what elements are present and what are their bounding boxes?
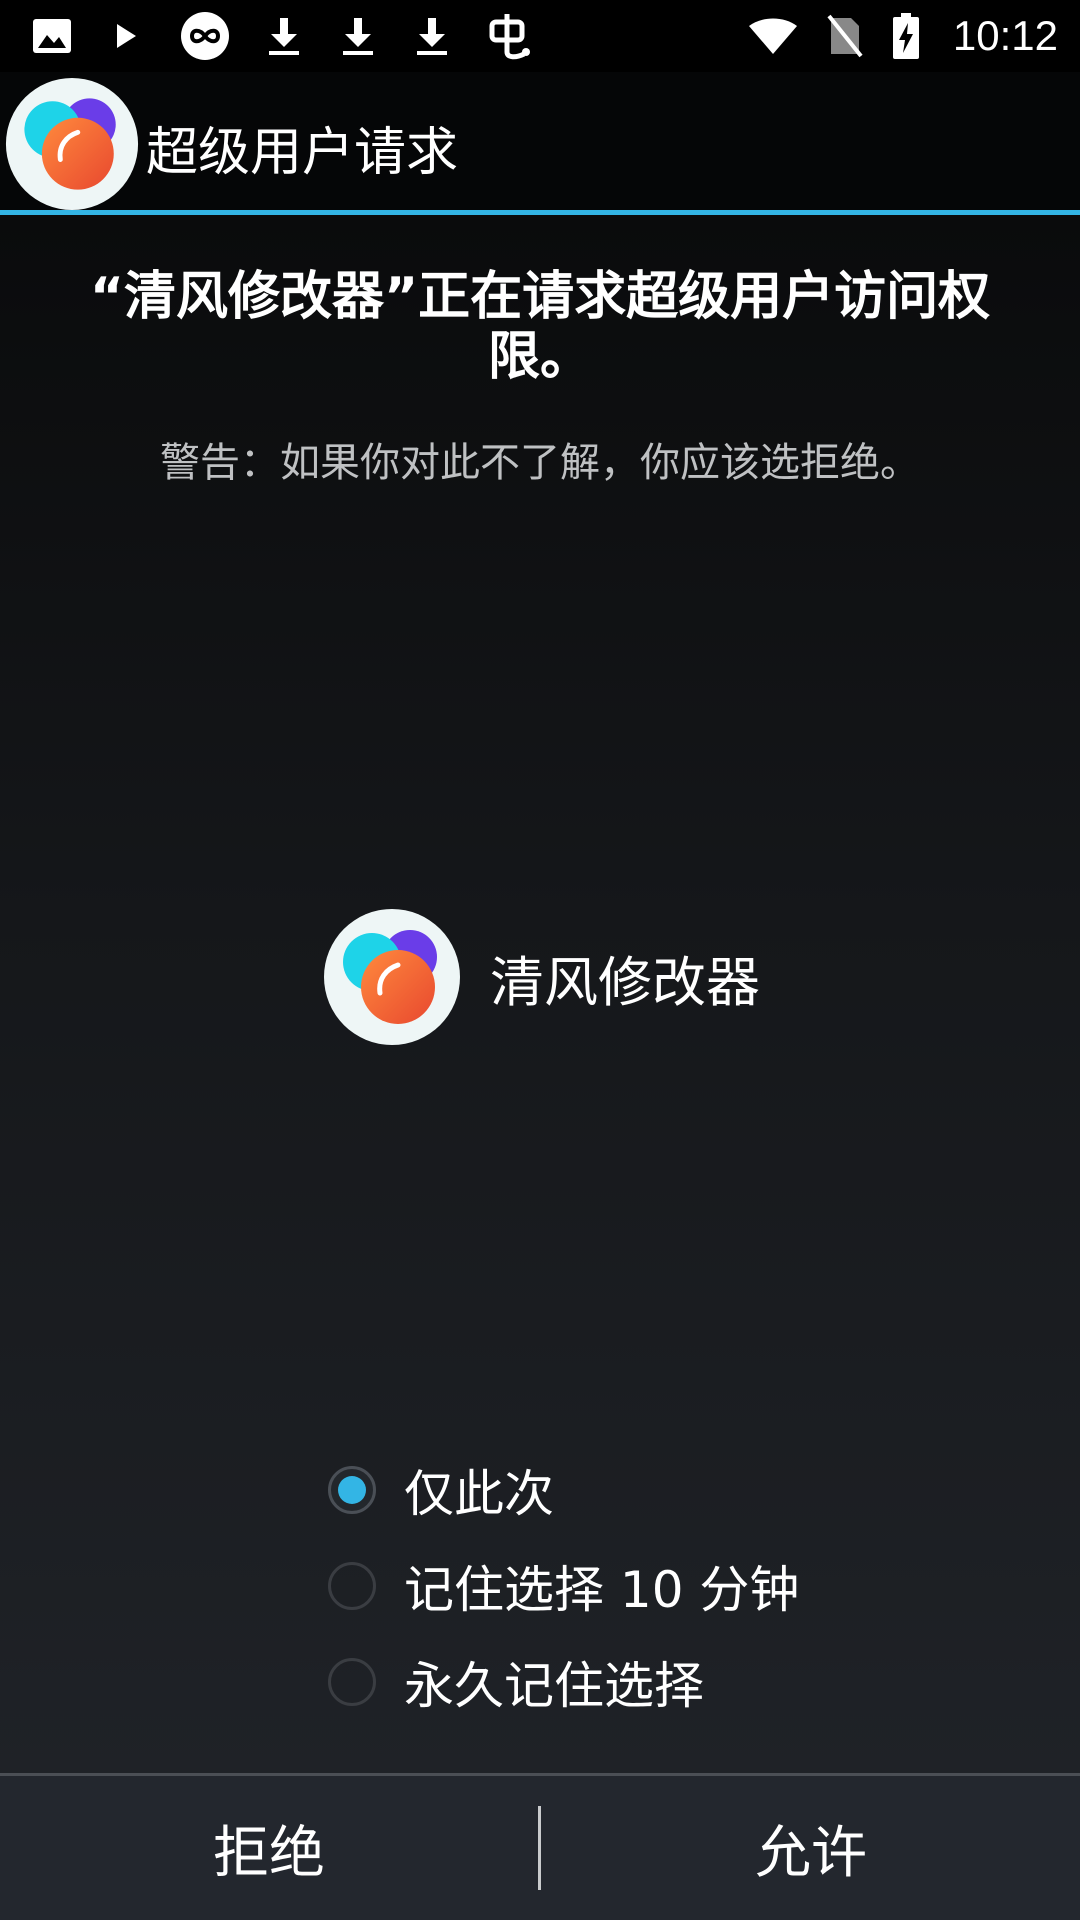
notification-icons xyxy=(0,11,534,61)
option-label: 仅此次 xyxy=(404,1465,554,1523)
app-logo-icon xyxy=(4,76,140,212)
option-once[interactable]: 仅此次 xyxy=(328,1455,554,1525)
image-icon xyxy=(32,16,72,56)
deny-button[interactable]: 拒绝 xyxy=(0,1776,538,1920)
battery-charging-icon xyxy=(891,13,921,59)
button-bar: 拒绝 允许 xyxy=(0,1773,1080,1920)
radio-button[interactable] xyxy=(328,1562,376,1610)
bug-icon xyxy=(486,14,534,60)
download-icon xyxy=(412,16,452,56)
app-name: 清风修改器 xyxy=(490,950,760,1014)
option-label: 永久记住选择 xyxy=(404,1657,704,1715)
app-info: 清风修改器 xyxy=(322,907,760,1047)
system-icons: 10:12 xyxy=(747,0,1058,72)
page-title: 超级用户请求 xyxy=(146,123,459,183)
button-divider xyxy=(538,1806,541,1890)
download-icon xyxy=(338,16,378,56)
radio-button[interactable] xyxy=(328,1658,376,1706)
play-icon xyxy=(106,16,146,56)
option-label: 记住选择 10 分钟 xyxy=(404,1561,800,1619)
download-icon xyxy=(264,16,304,56)
infinity-circle-icon xyxy=(180,11,230,61)
wifi-icon xyxy=(747,16,799,56)
clock: 10:12 xyxy=(952,12,1058,59)
warning-text: 警告：如果你对此不了解，你应该选拒绝。 xyxy=(160,440,920,486)
request-title: “清风修改器”正在请求超级用户访问权限。 xyxy=(89,267,991,387)
dialog-content: “清风修改器”正在请求超级用户访问权限。 警告：如果你对此不了解，你应该选拒绝。… xyxy=(0,215,1080,1773)
option-forever[interactable]: 永久记住选择 xyxy=(328,1647,704,1717)
option-10-minutes[interactable]: 记住选择 10 分钟 xyxy=(328,1551,799,1621)
radio-button-checked[interactable] xyxy=(328,1466,376,1514)
app-logo-icon xyxy=(322,907,462,1047)
status-bar: 10:12 xyxy=(0,0,1080,72)
title-bar: 超级用户请求 xyxy=(0,72,1080,212)
no-sim-icon xyxy=(825,14,865,58)
allow-button[interactable]: 允许 xyxy=(542,1776,1080,1920)
